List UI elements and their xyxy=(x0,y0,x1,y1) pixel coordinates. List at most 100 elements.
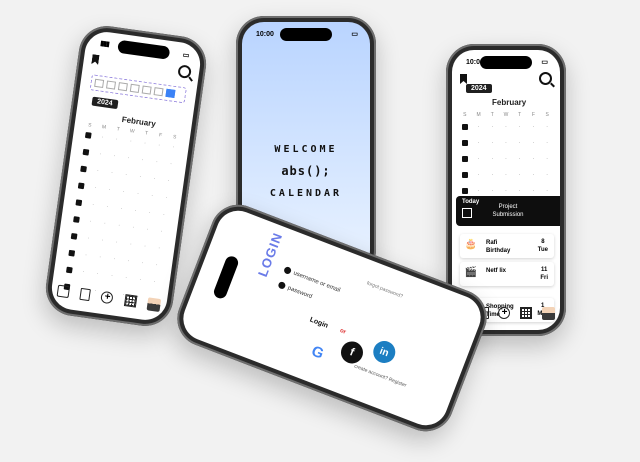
day-cell[interactable]: · xyxy=(123,240,138,250)
day-cell[interactable]: · xyxy=(499,156,513,164)
filter-chip[interactable] xyxy=(129,83,140,93)
day-cell[interactable]: · xyxy=(166,143,181,153)
linkedin-icon[interactable]: in xyxy=(370,337,399,367)
week-marker[interactable] xyxy=(458,172,472,180)
day-cell[interactable]: · xyxy=(513,188,527,196)
day-cell[interactable]: · xyxy=(527,140,541,148)
day-cell[interactable]: · xyxy=(485,172,499,180)
day-cell[interactable]: · xyxy=(137,139,152,149)
day-cell[interactable]: · xyxy=(92,150,107,160)
day-cell[interactable]: · xyxy=(90,167,105,177)
day-cell[interactable]: · xyxy=(540,124,554,132)
search-icon[interactable] xyxy=(177,64,192,79)
week-marker[interactable] xyxy=(71,199,86,209)
day-cell[interactable]: · xyxy=(81,234,96,244)
day-cell[interactable]: · xyxy=(472,156,486,164)
add-tab-icon[interactable]: + xyxy=(100,290,115,305)
day-cell[interactable]: · xyxy=(513,172,527,180)
filter-chip[interactable] xyxy=(141,85,152,95)
day-cell[interactable]: · xyxy=(92,253,107,263)
day-cell[interactable]: · xyxy=(485,140,499,148)
day-cell[interactable]: · xyxy=(121,154,136,164)
day-cell[interactable]: · xyxy=(95,133,110,143)
day-cell[interactable]: · xyxy=(527,156,541,164)
day-cell[interactable]: · xyxy=(499,124,513,132)
week-marker[interactable] xyxy=(78,148,93,158)
facebook-icon[interactable]: f xyxy=(337,338,367,367)
day-cell[interactable]: · xyxy=(133,173,148,183)
week-marker[interactable] xyxy=(64,249,79,259)
day-cell[interactable]: · xyxy=(78,251,93,261)
day-cell[interactable]: · xyxy=(135,156,150,166)
day-cell[interactable]: · xyxy=(163,160,178,170)
day-cell[interactable]: · xyxy=(156,211,171,221)
week-marker[interactable] xyxy=(458,188,472,196)
week-marker[interactable] xyxy=(458,156,472,164)
day-cell[interactable]: · xyxy=(485,188,499,196)
day-cell[interactable]: · xyxy=(144,192,159,202)
grid-tab-icon[interactable] xyxy=(520,307,533,319)
day-cell[interactable]: · xyxy=(485,124,499,132)
week-marker[interactable] xyxy=(74,182,89,192)
day-cell[interactable]: · xyxy=(149,158,164,168)
day-cell[interactable]: · xyxy=(135,259,150,269)
week-marker[interactable] xyxy=(66,232,81,242)
day-cell[interactable]: · xyxy=(527,188,541,196)
day-cell[interactable]: · xyxy=(109,238,124,248)
day-cell[interactable]: · xyxy=(116,188,131,198)
day-cell[interactable]: · xyxy=(151,244,166,254)
day-cell[interactable]: · xyxy=(472,188,486,196)
day-cell[interactable]: · xyxy=(540,172,554,180)
filter-chip[interactable] xyxy=(153,87,164,97)
day-cell[interactable]: · xyxy=(102,186,117,196)
day-cell[interactable]: · xyxy=(114,205,129,215)
add-tab-icon[interactable]: + xyxy=(498,307,511,319)
day-cell[interactable]: · xyxy=(123,137,138,147)
day-cell[interactable]: · xyxy=(137,242,152,252)
day-cell[interactable]: · xyxy=(111,222,126,232)
day-cell[interactable]: · xyxy=(527,124,541,132)
week-marker[interactable] xyxy=(458,140,472,148)
week-marker[interactable] xyxy=(76,165,91,175)
week-marker[interactable] xyxy=(81,131,96,141)
day-cell[interactable]: · xyxy=(125,224,140,234)
day-cell[interactable]: · xyxy=(76,268,91,278)
year-badge[interactable]: 2024 xyxy=(466,84,492,93)
day-cell[interactable]: · xyxy=(499,188,513,196)
day-cell[interactable]: · xyxy=(95,236,110,246)
register-link[interactable]: create account? Register xyxy=(353,363,407,389)
day-cell[interactable]: · xyxy=(499,140,513,148)
week-marker[interactable] xyxy=(62,266,77,276)
day-cell[interactable]: · xyxy=(527,172,541,180)
day-cell[interactable]: · xyxy=(121,257,136,267)
day-cell[interactable]: · xyxy=(485,156,499,164)
day-cell[interactable]: · xyxy=(472,124,486,132)
year-badge[interactable]: 2024 xyxy=(91,96,119,110)
day-cell[interactable]: · xyxy=(107,255,122,265)
day-cell[interactable]: · xyxy=(540,188,554,196)
day-cell[interactable]: · xyxy=(99,203,114,213)
calendar-tab-icon[interactable] xyxy=(56,284,70,299)
forgot-password-link[interactable]: forgot password? xyxy=(366,280,404,299)
filter-chip[interactable] xyxy=(165,88,176,98)
day-cell[interactable]: · xyxy=(513,124,527,132)
day-cell[interactable]: · xyxy=(85,201,100,211)
day-cell[interactable]: · xyxy=(154,228,169,238)
day-cell[interactable]: · xyxy=(88,184,103,194)
day-cell[interactable]: · xyxy=(499,172,513,180)
avatar[interactable] xyxy=(542,306,556,320)
day-cell[interactable]: · xyxy=(151,141,166,151)
search-icon[interactable] xyxy=(539,72,552,85)
password-field[interactable]: password xyxy=(277,280,313,300)
day-cell[interactable]: · xyxy=(513,156,527,164)
day-cell[interactable]: · xyxy=(147,175,162,185)
notes-tab-icon[interactable] xyxy=(79,287,91,302)
day-cell[interactable]: · xyxy=(128,207,143,217)
day-cell[interactable]: · xyxy=(104,169,119,179)
day-cell[interactable]: · xyxy=(104,272,119,282)
day-cell[interactable]: · xyxy=(472,172,486,180)
day-cell[interactable]: · xyxy=(109,135,124,145)
day-cell[interactable]: · xyxy=(142,209,157,219)
week-marker[interactable] xyxy=(458,124,472,132)
day-cell[interactable]: · xyxy=(472,140,486,148)
